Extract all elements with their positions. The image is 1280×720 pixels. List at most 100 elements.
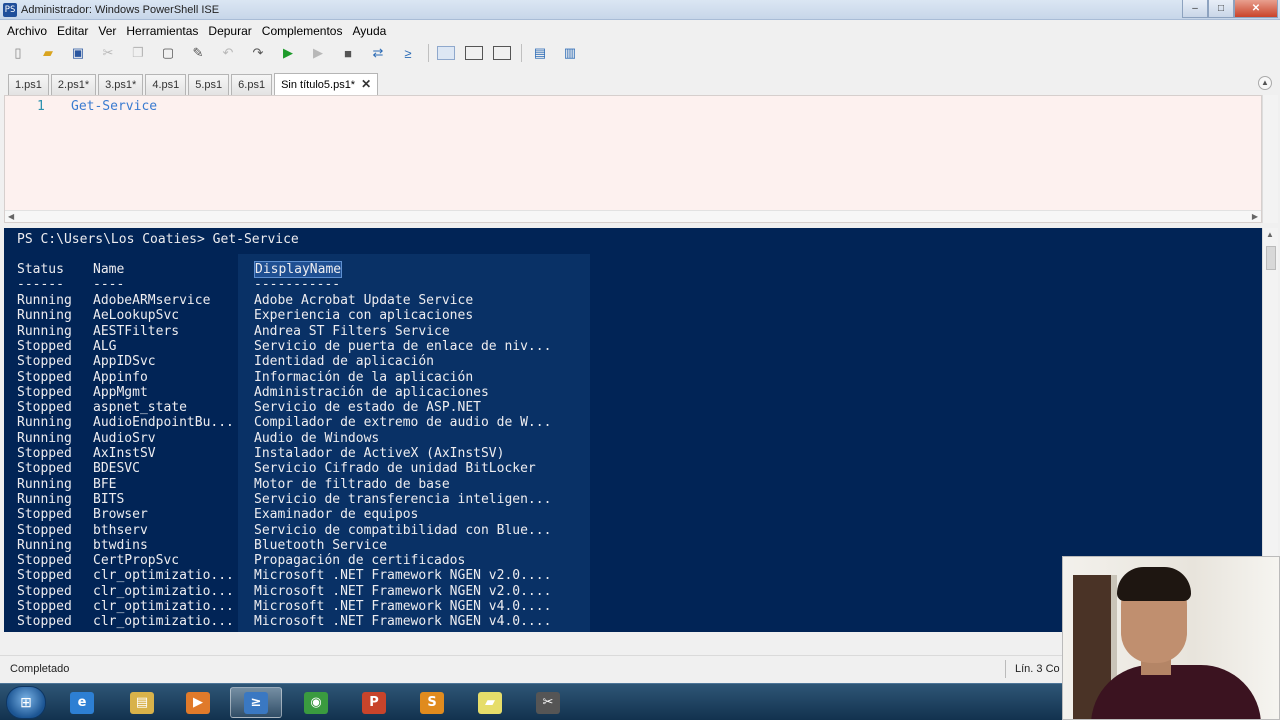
line-gutter: 1	[5, 96, 57, 212]
powershell-icon[interactable]: ≥	[398, 43, 418, 63]
sticky-notes-icon: ▰	[478, 691, 502, 714]
start-button[interactable]: ⊞	[6, 686, 46, 719]
service-name: AdobeARMservice	[93, 293, 211, 308]
tab-5-ps1[interactable]: 5.ps1	[188, 74, 230, 96]
tab-3-ps1[interactable]: 3.ps1*	[98, 74, 144, 96]
show-script-icon[interactable]: ▤	[530, 43, 550, 63]
service-status: Stopped	[17, 384, 72, 400]
service-status: Stopped	[17, 338, 72, 354]
window-controls: – □ ✕	[1182, 0, 1278, 18]
service-name: clr_optimizatio...	[93, 568, 234, 584]
tab-label: Sin título5.ps1*	[281, 79, 356, 91]
open-folder-icon[interactable]: ▰	[38, 43, 58, 63]
service-name: AxInstSV	[93, 446, 156, 461]
taskbar-sublime-text[interactable]: S	[406, 687, 458, 718]
taskbar-powerpoint[interactable]: P	[348, 687, 400, 718]
tab-6-ps1[interactable]: 6.ps1	[231, 74, 273, 96]
console-prompt: PS C:\Users\Los Coaties> Get-Service	[17, 232, 299, 247]
scroll-left-icon[interactable]: ◀	[8, 212, 14, 221]
menu-herramientas[interactable]: Herramientas	[121, 24, 203, 38]
service-displayname: Servicio de puerta de enlace de niv...	[254, 338, 552, 354]
taskbar-file-explorer[interactable]: ▤	[116, 687, 168, 718]
tab-1-ps1[interactable]: 1.ps1	[8, 74, 49, 96]
taskbar-snipping-tool[interactable]: ✂	[522, 687, 574, 718]
service-displayname: Identidad de aplicación	[254, 354, 435, 370]
service-status: Stopped	[17, 614, 72, 630]
run-selection-icon[interactable]: ▶	[308, 43, 328, 63]
script-code-line[interactable]: Get-Service	[71, 99, 157, 114]
menu-depurar[interactable]: Depurar	[203, 24, 256, 38]
run-icon[interactable]: ▶	[278, 43, 298, 63]
stop-icon[interactable]: ■	[338, 43, 358, 63]
layout-max-icon[interactable]	[493, 46, 511, 60]
remote-icon[interactable]: ⇄	[368, 43, 388, 63]
service-displayname: Motor de filtrado de base	[254, 476, 450, 492]
service-displayname: Información de la aplicación	[254, 369, 474, 385]
service-status: Running	[17, 308, 72, 324]
collapse-script-pane-icon[interactable]: ▲	[1258, 76, 1272, 90]
save-icon[interactable]: ▣	[68, 43, 88, 63]
media-player-icon: ▶	[186, 691, 210, 714]
show-console-icon[interactable]: ▥	[560, 43, 580, 63]
menu-complementos[interactable]: Complementos	[257, 24, 348, 38]
toolbar-separator	[428, 44, 429, 62]
service-name: clr_optimizatio...	[93, 614, 234, 630]
service-displayname: Propagación de certificados	[254, 553, 466, 569]
maximize-button[interactable]: □	[1208, 0, 1234, 18]
menu-editar[interactable]: Editar	[52, 24, 93, 38]
service-status: Stopped	[17, 369, 72, 385]
status-separator	[1005, 660, 1006, 678]
service-displayname: Servicio de estado de ASP.NET	[254, 400, 481, 416]
service-name: ALG	[93, 338, 117, 354]
service-name: clr_optimizatio...	[93, 599, 234, 614]
close-button[interactable]: ✕	[1234, 0, 1278, 18]
taskbar-powershell-ise[interactable]: ≥	[230, 687, 282, 718]
layout-top-icon[interactable]	[437, 46, 455, 60]
editor-vertical-scrollbar[interactable]	[1262, 95, 1278, 223]
paste-icon[interactable]: ▢	[158, 43, 178, 63]
service-status: Stopped	[17, 568, 72, 584]
menu-archivo[interactable]: Archivo	[2, 24, 52, 38]
powershell-ise-icon: ≥	[244, 691, 268, 714]
service-name: BDESVC	[93, 461, 140, 477]
menu-ver[interactable]: Ver	[93, 24, 121, 38]
service-status: Running	[17, 415, 72, 431]
scroll-right-icon[interactable]: ▶	[1252, 212, 1258, 221]
service-status: Running	[17, 430, 72, 446]
taskbar-sticky-notes[interactable]: ▰	[464, 687, 516, 718]
service-status: Running	[17, 323, 72, 339]
editor-horizontal-scrollbar[interactable]: ◀ ▶	[5, 210, 1261, 222]
script-editor[interactable]: 1 Get-Service ◀ ▶	[4, 95, 1262, 223]
service-name: AudioEndpointBu...	[93, 415, 234, 431]
service-status: Stopped	[17, 400, 72, 416]
tab-4-ps1[interactable]: 4.ps1	[145, 74, 187, 96]
undo-icon[interactable]: ↶	[218, 43, 238, 63]
service-status: Stopped	[17, 461, 72, 477]
status-text: Completado	[10, 663, 70, 675]
tab-sin-titulo5[interactable]: Sin título5.ps1* ✕	[274, 73, 379, 96]
taskbar-internet-explorer[interactable]: e	[56, 687, 108, 718]
service-name: bthserv	[93, 522, 148, 538]
scroll-thumb[interactable]	[1266, 246, 1276, 270]
underline-status: ------	[17, 277, 64, 292]
menu-ayuda[interactable]: Ayuda	[347, 24, 391, 38]
taskbar-chrome[interactable]: ◉	[290, 687, 342, 718]
new-file-icon[interactable]: ▯	[8, 43, 28, 63]
minimize-button[interactable]: –	[1182, 0, 1208, 18]
scroll-up-icon[interactable]: ▲	[1266, 230, 1274, 239]
sublime-text-icon: S	[420, 691, 444, 714]
clear-icon[interactable]: ✎	[188, 43, 208, 63]
service-name: btwdins	[93, 537, 148, 553]
service-displayname: Instalador de ActiveX (AxInstSV)	[254, 446, 505, 461]
powershell-icon: PS	[3, 2, 17, 17]
service-displayname: Administración de aplicaciones	[254, 384, 489, 400]
layout-right-icon[interactable]	[465, 46, 483, 60]
copy-icon[interactable]: ❐	[128, 43, 148, 63]
taskbar-media-player[interactable]: ▶	[172, 687, 224, 718]
chrome-icon: ◉	[304, 691, 328, 714]
header-displayname: DisplayName	[254, 261, 343, 278]
cut-icon[interactable]: ✂	[98, 43, 118, 63]
close-tab-icon[interactable]: ✕	[361, 77, 371, 91]
tab-2-ps1[interactable]: 2.ps1*	[50, 74, 97, 96]
redo-icon[interactable]: ↷	[248, 43, 268, 63]
